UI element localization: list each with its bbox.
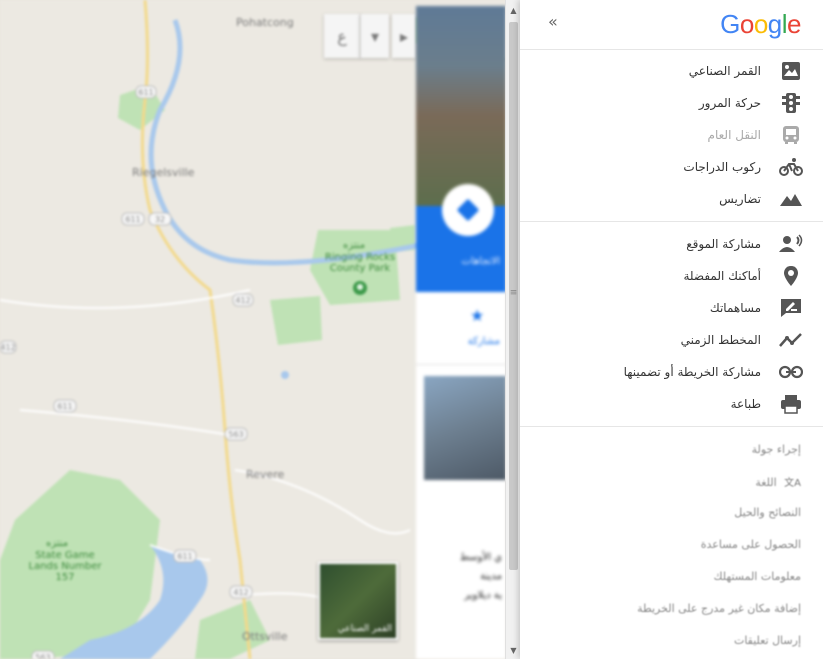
menu-item-location-sharing[interactable]: مشاركة الموقع [520, 228, 823, 260]
menu-item-label: مشاركة الموقع [686, 237, 761, 251]
route-shield-number: 611 [57, 402, 72, 411]
menu-item-terrain[interactable]: تضاريس [520, 183, 823, 215]
menu-item-satellite[interactable]: القمر الصناعي [520, 55, 823, 87]
place-pin-icon [779, 264, 803, 288]
route-shield-number: 412 [233, 588, 248, 597]
scroll-grip-icon: ≡ [509, 288, 518, 298]
map-label-park-ar: منتزه [343, 240, 366, 251]
menu-header: « Google [520, 0, 823, 50]
bicycle-icon [779, 155, 803, 179]
menu-item-your-places[interactable]: أماكنك المفضلة [520, 260, 823, 292]
menu-item-label: القمر الصناعي [688, 64, 761, 78]
share-map-icon [779, 360, 803, 384]
scroll-up-arrow[interactable]: ▲ [506, 4, 521, 18]
route-shield-number: 563 [228, 430, 243, 439]
menu-item-contributions[interactable]: مساهماتك [520, 292, 823, 324]
place-panel: الاتجاهات ★ مشاركة ي الأوسط مدينة ية ديل… [416, 6, 506, 659]
logo-letter: G [720, 9, 740, 39]
directions-icon [456, 198, 480, 222]
map-label-pohatcong: Pohatcong [236, 16, 294, 29]
route-shield-number: 32 [155, 215, 165, 224]
route-shield-number: 563 [35, 653, 50, 659]
route-shield-number: 611 [177, 552, 192, 561]
menu-item-label: حركة المرور [698, 96, 761, 110]
transit-icon [779, 123, 803, 147]
menu-item-label: مشاركة الخريطة أو تضمينها [623, 365, 761, 379]
logo-letter: e [787, 9, 801, 39]
menu-item-label: ركوب الدراجات [683, 160, 761, 174]
collapse-panel-button[interactable]: ▸ [392, 14, 416, 58]
timeline-icon [779, 328, 803, 352]
link-add-missing-place[interactable]: إضافة مكان غير مدرج على الخريطة [637, 602, 801, 615]
link-take-tour[interactable]: إجراء جولة [752, 443, 801, 456]
place-text-line: ية ديلاوير [464, 590, 502, 601]
menu-item-print[interactable]: طباعة [520, 388, 823, 420]
menu-item-label: تضاريس [719, 192, 761, 206]
location-sharing-icon [779, 232, 803, 256]
route-shield-number: 611 [125, 215, 140, 224]
link-language-label: اللغة [755, 476, 777, 489]
collapse-icon: « [548, 12, 558, 31]
place-hero-photo[interactable] [416, 6, 506, 206]
link-language[interactable]: اللغة 文A [755, 474, 801, 489]
translate-icon: 文A [784, 478, 801, 489]
directions-button[interactable] [442, 184, 494, 236]
map-label-riegelsville: Riegelsville [132, 166, 195, 179]
satellite-toggle-thumbnail[interactable]: القمر الصناعي [318, 562, 398, 640]
menu-item-label: أماكنك المفضلة [683, 269, 762, 283]
map-label-revere: Revere [246, 468, 285, 481]
print-icon [779, 392, 803, 416]
side-menu: « Google القمر الصناعي حركة المرور النقل… [520, 0, 823, 659]
logo-letter: g [767, 9, 782, 39]
menu-divider [520, 221, 823, 222]
scroll-down-arrow[interactable]: ▼ [506, 644, 521, 658]
menu-item-label: طباعة [730, 397, 761, 411]
route-shield-number: 611 [138, 88, 153, 97]
contributions-icon [779, 296, 803, 320]
share-icon[interactable]: ★ [470, 306, 484, 325]
map-label-park: Ringing Rocks County Park [324, 252, 396, 274]
traffic-icon [779, 91, 803, 115]
menu-item-biking[interactable]: ركوب الدراجات [520, 151, 823, 183]
collapse-menu-button[interactable]: « [548, 12, 558, 31]
menu-item-label: المخطط الزمني [680, 333, 761, 347]
link-get-help[interactable]: الحصول على مساعدة [701, 538, 801, 551]
lang-glyph: ع [337, 26, 347, 46]
route-shield-number: 412 [0, 343, 15, 352]
chevron-down-icon: ▾ [370, 26, 380, 46]
play-icon: ▸ [399, 26, 409, 46]
directions-label: الاتجاهات [461, 256, 500, 267]
place-photo-thumbnail[interactable] [424, 376, 506, 480]
satellite-icon [779, 59, 803, 83]
route-shield-number: 412 [235, 296, 250, 305]
map-label-ottsville: Ottsville [242, 630, 288, 643]
google-logo: Google [720, 9, 801, 40]
logo-letter: o [739, 9, 754, 39]
menu-item-label: مساهماتك [709, 301, 761, 315]
menu-item-label: النقل العام [707, 128, 761, 142]
map-label-game-lands-ar: منتزه [46, 538, 69, 549]
logo-letter: o [753, 9, 768, 39]
menu-item-transit[interactable]: النقل العام [520, 119, 823, 151]
language-button[interactable]: ع [324, 14, 360, 58]
link-consumer-info[interactable]: معلومات المستهلك [713, 570, 801, 583]
place-text-line: ي الأوسط [459, 552, 502, 563]
menu-item-traffic[interactable]: حركة المرور [520, 87, 823, 119]
menu-divider [520, 426, 823, 427]
dropdown-button[interactable]: ▾ [360, 14, 389, 58]
share-label[interactable]: مشاركة [416, 336, 500, 347]
place-text-line: مدينة [480, 571, 502, 582]
menu-item-timeline[interactable]: المخطط الزمني [520, 324, 823, 356]
panel-divider [416, 364, 506, 365]
satellite-thumb-label: القمر الصناعي [337, 624, 392, 634]
terrain-icon [779, 187, 803, 211]
link-tips[interactable]: النصائح والحيل [734, 506, 801, 519]
link-send-feedback[interactable]: إرسال تعليقات [734, 634, 801, 647]
menu-item-share-embed[interactable]: مشاركة الخريطة أو تضمينها [520, 356, 823, 388]
panel-scrollbar[interactable]: ▲ ≡ ▼ [505, 0, 521, 659]
map-label-game-lands: State Game Lands Number 157 [28, 550, 102, 583]
